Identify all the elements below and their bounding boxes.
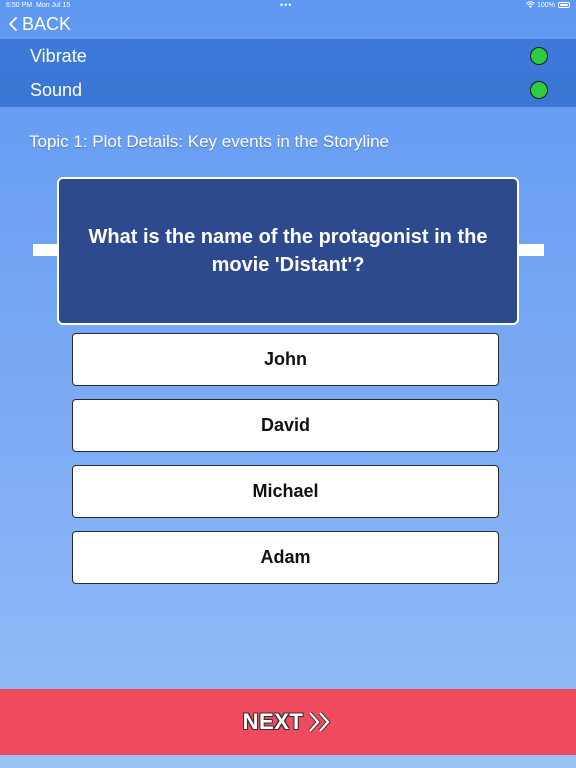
bottom-strip <box>0 755 576 768</box>
battery-icon <box>558 2 570 8</box>
sound-label: Sound <box>30 79 83 100</box>
vibrate-setting-row: Vibrate <box>0 39 576 73</box>
card-left-accent <box>33 244 59 256</box>
answer-option-michael[interactable]: Michael <box>72 465 499 518</box>
vibrate-label: Vibrate <box>30 45 87 66</box>
multitasking-dots-icon[interactable]: ••• <box>280 0 292 10</box>
back-label: BACK <box>22 13 72 34</box>
status-date: Mon Jul 15 <box>36 2 71 9</box>
sound-toggle[interactable] <box>530 81 548 99</box>
sound-setting-row: Sound <box>0 73 576 107</box>
next-button[interactable]: NEXT <box>0 689 576 755</box>
next-label: NEXT <box>242 709 304 734</box>
double-chevron-right-icon <box>308 711 332 733</box>
status-time: 6:50 PM <box>6 2 33 9</box>
question-card: What is the name of the protagonist in t… <box>57 177 519 325</box>
question-text: What is the name of the protagonist in t… <box>88 226 488 276</box>
topic-title: Topic 1: Plot Details: Key events in the… <box>29 132 390 151</box>
chevron-left-icon <box>9 17 17 31</box>
wifi-icon <box>526 1 535 8</box>
answer-option-david[interactable]: David <box>72 399 499 452</box>
battery-percentage: 100% <box>537 2 555 9</box>
back-button[interactable]: BACK <box>8 12 71 36</box>
answer-option-adam[interactable]: Adam <box>72 531 499 584</box>
card-right-accent <box>518 244 544 256</box>
answer-option-john[interactable]: John <box>72 333 499 386</box>
vibrate-toggle[interactable] <box>530 47 548 65</box>
status-bar: 6:50 PM Mon Jul 15 ••• 100% <box>0 0 576 12</box>
